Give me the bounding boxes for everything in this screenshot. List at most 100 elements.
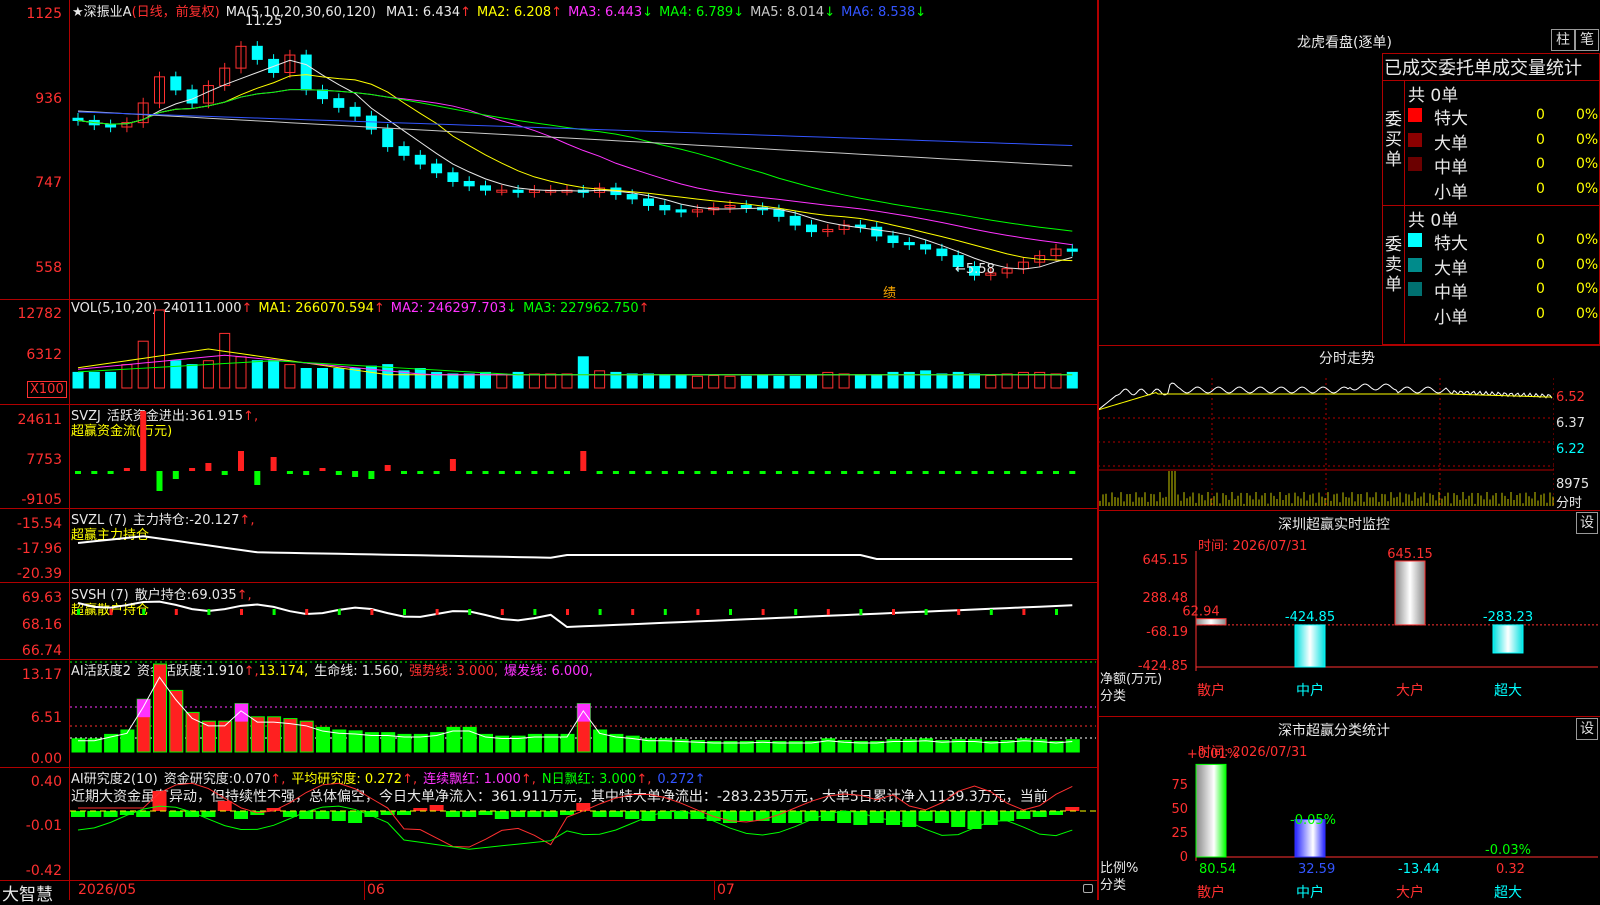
monitor-bar-chart[interactable]: 62.94 散户 -424.85 中户 645.15 大户 -283.23 超大 (1098, 531, 1600, 716)
volume-bar (300, 368, 312, 389)
svsh-axis-label: 66.74 (21, 643, 62, 659)
volume-bar (170, 360, 182, 389)
brand-logo[interactable]: 大智慧 (2, 880, 53, 905)
volume-bar (854, 374, 866, 389)
candle-body (480, 185, 491, 191)
research-bar (87, 811, 102, 817)
main-chart-area[interactable]: 1125 936 747 558 ★深振业A(日线，前复权) MA(5,10,20… (0, 0, 1098, 905)
volume-bar (659, 374, 671, 389)
sell-total: 共 0单 (1408, 211, 1459, 231)
ma-line (77, 89, 1073, 232)
classify-bar-chart[interactable]: 80.54 散户 32.59 中户 -13.44 大户 0.32 超大 +0.01% -0.05%… (1098, 737, 1600, 900)
low-annotation: ←5.58 (955, 262, 995, 277)
ai-research-chart[interactable] (70, 768, 1096, 880)
candlestick-chart[interactable] (70, 18, 1096, 298)
burst-cap (235, 703, 248, 722)
fund-flow-bar (987, 471, 994, 474)
svzl-chart[interactable] (70, 509, 1096, 582)
volume-bar (757, 375, 769, 389)
fund-flow-bar (955, 471, 962, 474)
order-percent: 0% (1576, 256, 1599, 273)
volume-bar (594, 370, 606, 389)
intraday-chart[interactable] (1098, 370, 1554, 510)
volume-bar (969, 373, 980, 389)
bar-mode-button[interactable]: 柱 (1551, 29, 1575, 51)
candle-body (170, 76, 182, 91)
fund-flow-bar (629, 471, 636, 474)
svzl-axis-label: -17.96 (16, 541, 62, 557)
candle-body (1066, 248, 1078, 252)
fund-flow-bar (564, 471, 570, 474)
fund-flow-bar (433, 471, 440, 474)
candle-body (887, 235, 899, 244)
volume-bar (105, 371, 117, 389)
fund-flow-bar (401, 471, 407, 474)
order-count: 0 (1536, 107, 1545, 123)
date-label: 2026/05 (78, 882, 137, 898)
research-bar (527, 811, 542, 817)
research-bar (918, 811, 933, 821)
retail-tick (370, 609, 374, 615)
fund-flow-bar (335, 471, 342, 475)
volume-bar (349, 368, 361, 389)
ma-line (77, 59, 1073, 270)
fund-flow-bar (824, 471, 831, 474)
ratio-value: -13.44 (1398, 862, 1440, 877)
volume-chart[interactable] (70, 300, 1096, 404)
research-bar (494, 811, 509, 819)
research-bar (543, 811, 558, 817)
fund-flow-bar (1004, 471, 1011, 474)
realtime-monitor-panel: 深圳超赢实时监控 设 时间: 2026/07/31 645.15 288.48 … (1098, 511, 1600, 716)
svsh-chart[interactable] (70, 583, 1096, 659)
research-bar (837, 811, 852, 823)
volume-bar (724, 375, 736, 389)
retail-tick (761, 609, 765, 615)
intraday-axis-label: 6.52 (1556, 390, 1585, 405)
net-flow-bar (1294, 624, 1326, 668)
volume-bar (806, 375, 817, 389)
fund-flow-bar (498, 471, 505, 474)
ma-line (77, 74, 1073, 262)
svzj-axis-label: -9105 (21, 492, 62, 508)
research-bar (478, 811, 493, 815)
research-bar (1049, 811, 1063, 815)
lock-icon[interactable] (1083, 884, 1093, 893)
research-bar (608, 811, 623, 817)
tick-mode-button[interactable]: 笔 (1575, 29, 1599, 51)
svzj-chart[interactable] (70, 405, 1096, 508)
intraday-axis-label: 6.37 (1556, 416, 1585, 431)
research-bar (1000, 811, 1015, 821)
fund-flow-bar (1036, 471, 1043, 474)
divider (0, 880, 1098, 881)
event-marker[interactable]: 绩 (883, 282, 896, 301)
retail-tick (403, 609, 406, 615)
ai-active-chart[interactable] (70, 660, 1096, 767)
price-axis-label: 1125 (26, 6, 62, 22)
order-percent: 0% (1576, 131, 1599, 148)
order-count: 0 (1536, 232, 1545, 248)
volume-bar (333, 368, 345, 389)
ai-research-axis-label: -0.42 (25, 863, 62, 879)
order-size-label: 特大 (1434, 234, 1468, 254)
change-label: -0.03% (1485, 843, 1531, 858)
candle-body (643, 198, 654, 206)
classify-stats-panel: 深市超赢分类统计 设 时间: 2026/07/31 75 50 25 0 比例%… (1098, 717, 1600, 900)
volume-bar (985, 375, 997, 389)
burst-cap (577, 703, 591, 722)
ai-research-axis-label: 0.40 (30, 774, 62, 790)
volume-bar (447, 373, 459, 389)
intraday-panel[interactable]: 分时走势 6.52 6.37 6.22 8975 分时 (1098, 346, 1600, 511)
candle-body (317, 89, 328, 100)
fund-flow-bar (596, 471, 603, 474)
research-bar (348, 811, 363, 823)
category-label: 中户 (1296, 682, 1324, 699)
order-size-label: 中单 (1434, 283, 1468, 303)
candle-body (871, 226, 883, 237)
research-bar (168, 811, 183, 817)
color-swatch (1408, 233, 1422, 247)
color-swatch (1408, 181, 1422, 196)
ai-research-axis-label: -0.01 (25, 818, 62, 834)
candle-body (72, 117, 84, 121)
fund-flow-bar (531, 471, 538, 474)
color-swatch (1408, 282, 1422, 296)
